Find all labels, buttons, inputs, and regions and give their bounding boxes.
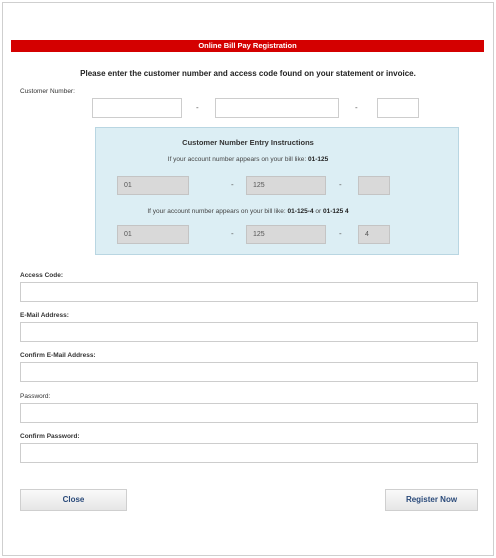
example2-separator: - (339, 229, 342, 238)
customer-number-label: Customer Number: (20, 88, 75, 95)
confirm-password-input[interactable] (20, 443, 478, 463)
help-example2-text: If your account number appears on your b… (147, 208, 349, 215)
registration-dialog (2, 2, 494, 556)
registration-banner: Online Bill Pay Registration (11, 40, 484, 52)
example1-separator: - (231, 180, 234, 189)
register-now-button[interactable]: Register Now (385, 489, 478, 511)
instruction-text: Please enter the customer number and acc… (80, 69, 416, 78)
customer-number-separator: - (196, 103, 199, 112)
customer-number-part1-input[interactable] (92, 98, 182, 118)
help-panel-title: Customer Number Entry Instructions (182, 138, 314, 147)
access-code-label: Access Code: (20, 272, 63, 279)
email-input[interactable] (20, 322, 478, 342)
example2-field2: 125 (246, 225, 326, 244)
close-button[interactable]: Close (20, 489, 127, 511)
confirm-email-label: Confirm E-Mail Address: (20, 352, 96, 359)
password-label: Password: (20, 393, 51, 400)
confirm-email-input[interactable] (20, 362, 478, 382)
example2-field1: 01 (117, 225, 189, 244)
email-label: E-Mail Address: (20, 312, 69, 319)
example1-field2: 125 (246, 176, 326, 195)
confirm-password-label: Confirm Password: (20, 433, 80, 440)
example2-separator: - (231, 229, 234, 238)
example2-field3: 4 (358, 225, 390, 244)
customer-number-part3-input[interactable] (377, 98, 419, 118)
example1-field1: 01 (117, 176, 189, 195)
customer-number-part2-input[interactable] (215, 98, 339, 118)
password-input[interactable] (20, 403, 478, 423)
customer-number-separator: - (355, 103, 358, 112)
access-code-input[interactable] (20, 282, 478, 302)
help-example1-text: If your account number appears on your b… (167, 156, 329, 163)
example1-field3 (358, 176, 390, 195)
help-example1-sample: 01-125 (307, 156, 329, 163)
example1-separator: - (339, 180, 342, 189)
